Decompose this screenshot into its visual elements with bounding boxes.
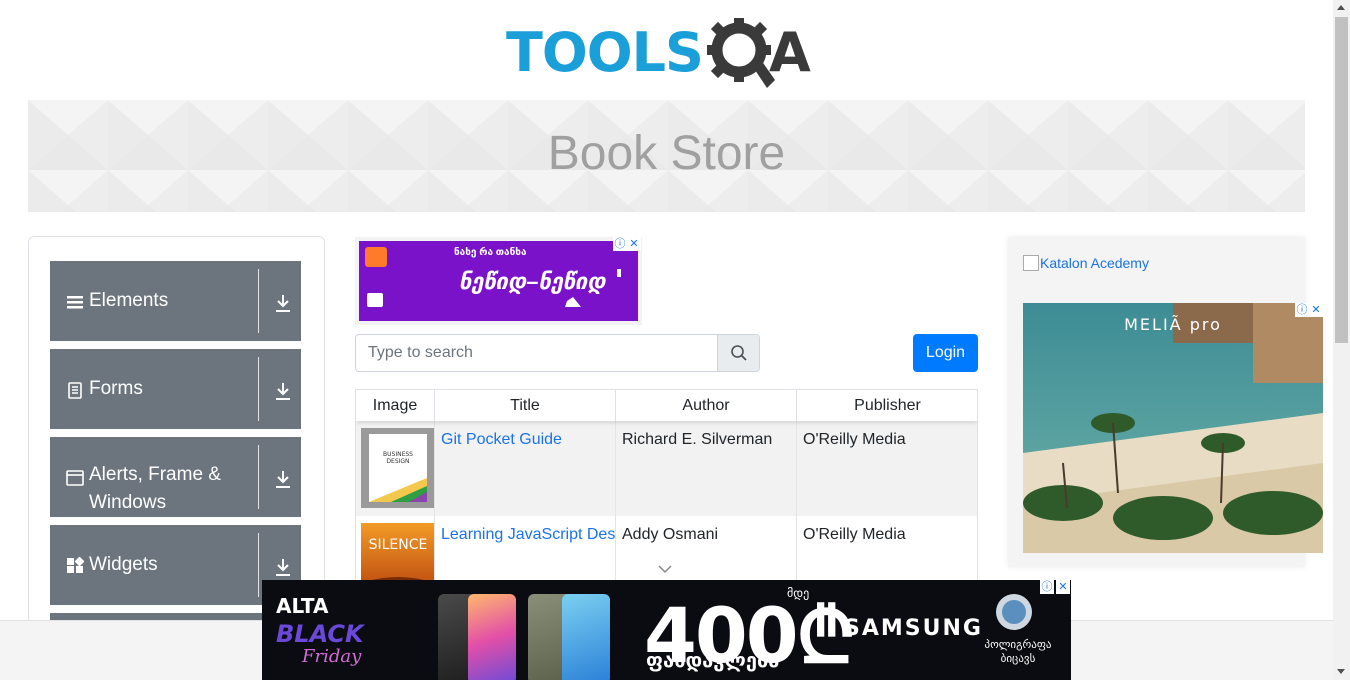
- search-icon: [730, 345, 747, 361]
- advertisement-bottom[interactable]: ALTA BLACK Friday 400₾ მდე ფასდაკლება SA…: [262, 580, 1071, 680]
- divider: [258, 445, 259, 509]
- ad-close-icon[interactable]: ✕: [627, 237, 641, 251]
- column-header-image[interactable]: Image: [356, 390, 435, 421]
- ad-info-icon[interactable]: ⓘ: [1040, 580, 1054, 594]
- widgets-icon: [67, 557, 84, 573]
- divider: [258, 533, 259, 597]
- ad-close-icon[interactable]: ✕: [1056, 580, 1070, 594]
- ad-brand-text: ALTA: [276, 594, 329, 618]
- page-title: Book Store: [547, 127, 786, 180]
- cell-title: Git Pocket Guide: [435, 421, 616, 516]
- book-title-link[interactable]: Git Pocket Guide: [441, 431, 562, 448]
- broken-image-icon: [1023, 255, 1039, 271]
- book-title-link[interactable]: Learning JavaScript Design Patterns: [441, 526, 615, 543]
- window-icon: [66, 470, 84, 486]
- scroll-up-icon[interactable]: [1337, 5, 1345, 10]
- beach-image: [1023, 303, 1323, 553]
- ad-promo-black: BLACK: [276, 620, 364, 648]
- partner-logo-icon: [996, 594, 1032, 630]
- melia-ad-creative[interactable]: MELIÃ pro ⓘ ✕: [1023, 303, 1323, 553]
- table-header: Image Title Author Publisher: [356, 390, 977, 421]
- ad-partner-brand: SAMSUNG: [844, 616, 983, 641]
- column-header-author[interactable]: Author: [616, 390, 797, 421]
- cell-publisher: O'Reilly Media: [803, 431, 906, 448]
- ad-headline: ნახე რა თანხა: [454, 247, 527, 258]
- advertisement-top[interactable]: ნახე რა თანხა ნეწიდ–ნეწიდ ⓘ ✕: [355, 237, 642, 325]
- advertisement-right[interactable]: Katalon Acedemy MELIÃ pro ⓘ ✕: [1008, 237, 1323, 567]
- scroll-down-icon[interactable]: [1337, 669, 1345, 674]
- document-icon: [68, 382, 82, 399]
- search-box: [355, 334, 760, 372]
- katalon-ad-link[interactable]: Katalon Acedemy: [1023, 255, 1149, 271]
- hamburger-icon: [67, 296, 83, 309]
- ad-discount-text: ფასდაკლება: [646, 648, 780, 672]
- sidebar-group-label: Alerts, Frame & Windows: [89, 464, 221, 513]
- divider: [258, 269, 259, 333]
- scrollbar-thumb[interactable]: [1335, 17, 1348, 343]
- phone-image: [468, 594, 516, 680]
- page-scrollbar[interactable]: [1333, 0, 1350, 680]
- download-arrow-icon: [276, 383, 290, 400]
- book-cover-image: BUSINESS DESIGN: [361, 428, 434, 508]
- katalon-alt-text: Katalon Acedemy: [1040, 255, 1149, 271]
- ad-amount-prefix: მდე: [787, 586, 810, 600]
- sidebar-group-alerts[interactable]: Alerts, Frame & Windows: [50, 437, 301, 517]
- logo-gear-icon: [705, 14, 775, 92]
- page-banner: Book Store: [28, 100, 1305, 212]
- sidebar-group-label: Forms: [89, 378, 143, 399]
- ad-creative[interactable]: ნახე რა თანხა ნეწიდ–ნეწიდ: [359, 241, 638, 321]
- sidebar-group-label: Elements: [89, 290, 169, 311]
- svg-text:SILENCE: SILENCE: [369, 537, 428, 553]
- ad-info-icon[interactable]: ⓘ: [613, 237, 627, 251]
- logo-text: TOOLS: [506, 21, 704, 84]
- logo-text-a: A: [768, 21, 811, 84]
- chevron-down-icon[interactable]: [657, 564, 673, 574]
- cell-author: Richard E. Silverman: [616, 421, 797, 516]
- table-row: BUSINESS DESIGN Git Pocket Guide Richard…: [356, 421, 977, 516]
- login-button[interactable]: Login: [913, 334, 978, 372]
- ad-main-text: ნეწიდ–ნეწიდ: [459, 269, 606, 294]
- sidebar-group-forms[interactable]: Forms: [50, 349, 301, 429]
- download-arrow-icon: [276, 559, 290, 576]
- cell-image: BUSINESS DESIGN: [356, 421, 435, 516]
- phone-image: [562, 594, 610, 680]
- column-header-title[interactable]: Title: [435, 390, 616, 421]
- sidebar-group-label: Widgets: [89, 554, 158, 575]
- column-header-publisher[interactable]: Publisher: [797, 390, 977, 421]
- ad-close-icon[interactable]: ✕: [1309, 303, 1323, 317]
- sidebar-group-elements[interactable]: Elements: [50, 261, 301, 341]
- ad-promo-friday: Friday: [302, 646, 362, 667]
- divider: [258, 357, 259, 421]
- melia-brand-text: MELIÃ pro: [1124, 315, 1222, 334]
- download-arrow-icon: [276, 295, 290, 312]
- svg-text:BUSINESS: BUSINESS: [383, 451, 413, 458]
- ad-extra-text: პოლიგრაფა ბიცავს: [984, 639, 1052, 665]
- download-arrow-icon: [276, 471, 290, 488]
- ad-info-icon[interactable]: ⓘ: [1295, 303, 1309, 317]
- search-button[interactable]: [717, 335, 759, 371]
- toolsqa-logo[interactable]: TOOLS A: [506, 14, 832, 92]
- search-input[interactable]: [356, 335, 719, 371]
- svg-text:DESIGN: DESIGN: [386, 458, 409, 465]
